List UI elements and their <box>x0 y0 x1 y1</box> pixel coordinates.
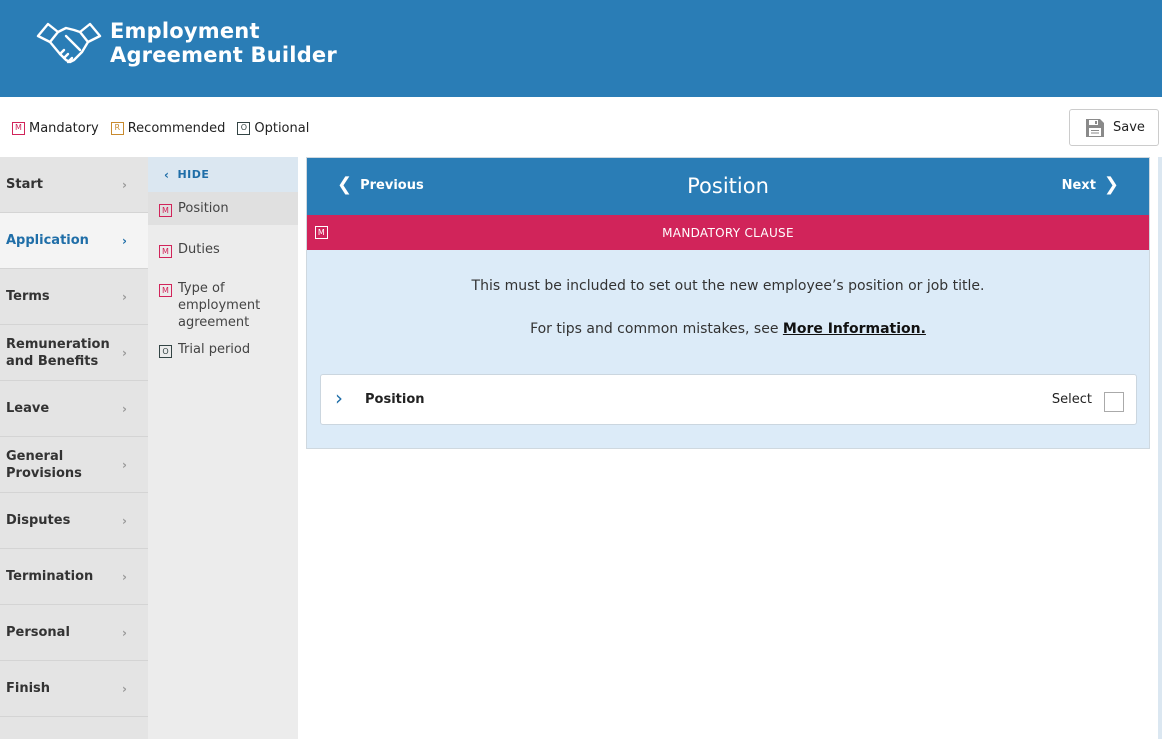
clause-content-panel: ❮ Previous Position Next ❯ M MANDATORY C… <box>306 157 1150 449</box>
clause-label: Duties <box>178 242 220 257</box>
save-button[interactable]: Save <box>1069 109 1159 146</box>
section-label: Terms <box>6 289 50 304</box>
chevron-right-icon: › <box>122 233 127 248</box>
chevron-right-icon: › <box>122 569 127 584</box>
section-item-disputes[interactable]: Disputes › <box>0 493 148 549</box>
select-checkbox[interactable] <box>1104 392 1124 412</box>
optional-badge-icon: O <box>237 121 251 135</box>
clause-item-type-of-agreement[interactable]: M Type of employment agreement <box>148 272 278 339</box>
legend-optional-label: Optional <box>254 120 310 136</box>
clause-label: Trial period <box>178 342 251 357</box>
section-label: Personal <box>6 625 70 640</box>
hide-label: HIDE <box>177 168 210 181</box>
next-button[interactable]: Next ❯ <box>1062 176 1127 194</box>
app-title-line1: Employment <box>110 19 260 43</box>
legend-mandatory: M Mandatory <box>12 121 99 136</box>
handshake-icon <box>36 22 102 64</box>
next-label: Next <box>1061 177 1096 193</box>
clause-option-card[interactable]: › Position Select <box>320 374 1137 425</box>
section-item-general-provisions[interactable]: General Provisions › <box>0 437 148 493</box>
chevron-right-icon: › <box>122 625 127 640</box>
more-information-link[interactable]: More Information. <box>783 321 926 337</box>
legend-optional: O Optional <box>237 121 309 136</box>
select-label: Select <box>1051 392 1092 407</box>
mandatory-badge-icon: M <box>159 284 172 297</box>
section-label: Finish <box>6 681 51 696</box>
tips-prefix: For tips and common mistakes, see <box>530 321 783 337</box>
clause-header: ❮ Previous Position Next ❯ <box>307 158 1149 215</box>
section-item-personal[interactable]: Personal › <box>0 605 148 661</box>
legend-mandatory-label: Mandatory <box>29 120 99 136</box>
right-panel-edge <box>1158 157 1162 739</box>
chevron-right-icon: › <box>122 401 127 416</box>
clause-type-label: MANDATORY CLAUSE <box>662 225 794 240</box>
clause-label: Position <box>178 201 229 216</box>
section-item-application[interactable]: Application › <box>0 213 148 269</box>
section-item-termination[interactable]: Termination › <box>0 549 148 605</box>
section-item-start[interactable]: Start › <box>0 157 148 213</box>
app-title-line2: Agreement Builder <box>110 43 337 67</box>
section-nav: Start › Application › Terms › Remunerati… <box>0 157 148 739</box>
clause-item-trial-period[interactable]: O Trial period <box>148 333 298 366</box>
save-label: Save <box>1113 120 1145 135</box>
mandatory-badge-icon: M <box>159 204 172 217</box>
chevron-right-icon: › <box>122 177 127 192</box>
section-label: Remuneration and Benefits <box>6 336 110 369</box>
mandatory-clause-bar: M MANDATORY CLAUSE <box>307 215 1149 250</box>
chevron-left-icon: ‹ <box>164 167 170 182</box>
app-title: Employment Agreement Builder <box>110 19 337 67</box>
clause-item-position[interactable]: M Position <box>148 192 298 225</box>
section-label: Disputes <box>6 513 71 528</box>
mandatory-badge-icon: M <box>315 226 328 239</box>
legend-recommended: R Recommended <box>110 120 226 136</box>
clause-option-label: Position <box>365 392 425 407</box>
chevron-right-icon: › <box>122 289 127 304</box>
mandatory-badge-icon: M <box>159 245 172 258</box>
page-title: Position <box>687 174 769 198</box>
section-label: Leave <box>6 401 50 416</box>
floppy-disk-icon <box>1086 118 1104 137</box>
optional-badge-icon: O <box>159 345 172 358</box>
chevron-right-icon: ❯ <box>1103 174 1119 195</box>
section-label: Start <box>6 177 43 192</box>
clause-item-duties[interactable]: M Duties <box>148 233 298 266</box>
section-label: Termination <box>6 569 94 584</box>
clause-description: This must be included to set out the new… <box>471 278 985 294</box>
section-item-terms[interactable]: Terms › <box>0 269 148 325</box>
mandatory-badge-icon: M <box>12 121 25 135</box>
chevron-right-icon[interactable]: › <box>335 388 343 408</box>
section-item-finish[interactable]: Finish › <box>0 661 148 717</box>
chevron-right-icon: › <box>122 457 127 472</box>
recommended-badge-icon: R <box>110 121 124 135</box>
clause-legend: M Mandatory R Recommended O Optional <box>12 118 321 138</box>
legend-recommended-label: Recommended <box>127 120 226 136</box>
section-label: General Provisions <box>6 448 82 481</box>
chevron-right-icon: › <box>122 345 127 360</box>
clause-label: Type of employment agreement <box>178 281 261 330</box>
section-item-remuneration[interactable]: Remuneration and Benefits › <box>0 325 148 381</box>
chevron-right-icon: › <box>122 681 127 696</box>
clause-list-panel: ‹ HIDE M Position M Duties M Type of emp… <box>148 157 298 739</box>
section-item-leave[interactable]: Leave › <box>0 381 148 437</box>
section-label: Application <box>6 233 89 248</box>
hide-panel-button[interactable]: ‹ HIDE <box>148 157 298 192</box>
tips-text: For tips and common mistakes, see More I… <box>307 321 1149 337</box>
chevron-right-icon: › <box>122 513 127 528</box>
app-header: Employment Agreement Builder <box>0 0 1162 97</box>
